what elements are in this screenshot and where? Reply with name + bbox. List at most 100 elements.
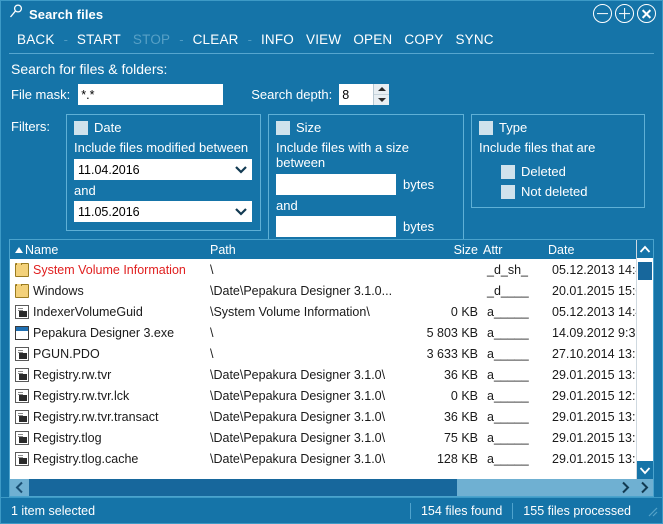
column-header-size[interactable]: Size <box>410 240 478 259</box>
file-icon <box>15 451 29 466</box>
table-row[interactable]: Pepakura Designer 3.exe \ 5 803 KB a_____ 14… <box>10 322 636 343</box>
resize-grip-icon[interactable] <box>645 504 659 518</box>
menu-item-open[interactable]: OPEN <box>347 32 398 47</box>
folder-icon <box>15 283 29 298</box>
menu-item-info[interactable]: INFO <box>255 32 300 47</box>
cell-attr: a_____ <box>487 367 529 382</box>
table-row[interactable]: Registry.rw.tvr.lck \Date\Pepakura Design… <box>10 385 636 406</box>
title-bar-left: Search files <box>9 4 103 24</box>
column-header-path[interactable]: Path <box>205 240 410 259</box>
file-icon <box>15 346 29 361</box>
search-depth-spinner <box>373 84 390 105</box>
size-filter-checkbox[interactable] <box>276 120 290 135</box>
menu-item-sync[interactable]: SYNC <box>449 32 499 47</box>
column-header-name[interactable]: Name <box>10 240 205 259</box>
table-row[interactable]: Registry.rw.tvr \Date\Pepakura Designer 3… <box>10 364 636 385</box>
minimize-button[interactable] <box>593 4 612 23</box>
close-button[interactable] <box>637 4 656 23</box>
status-bar: 1 item selected 154 files found 155 file… <box>1 497 662 523</box>
menu-item-clear[interactable]: CLEAR <box>187 32 245 47</box>
cell-name: PGUN.PDO <box>10 346 205 361</box>
scroll-up-button[interactable] <box>637 240 653 258</box>
menu-separator-2: - <box>179 31 184 47</box>
menu-item-copy[interactable]: COPY <box>398 32 449 47</box>
cell-attr: a_____ <box>487 430 529 445</box>
cell-attr: _d____ <box>487 283 529 298</box>
vertical-scroll-thumb[interactable] <box>638 262 652 280</box>
cell-size: 0 KB <box>450 388 478 403</box>
date-filter-help: Include files modified between <box>74 140 249 155</box>
date-filter-checkbox[interactable] <box>74 120 88 135</box>
size-to-row: bytes <box>276 216 456 237</box>
scroll-down-button[interactable] <box>637 461 653 479</box>
size-from-input[interactable] <box>276 174 396 195</box>
menu-separator-1: - <box>63 31 68 47</box>
cell-path: \System Volume Information\ <box>210 304 370 319</box>
file-icon <box>15 430 29 445</box>
type-not-deleted-toggle[interactable]: Not deleted <box>479 184 637 199</box>
cell-attr: a_____ <box>487 451 529 466</box>
cell-date: 29.01.2015 13:52: <box>552 430 636 445</box>
type-deleted-toggle[interactable]: Deleted <box>479 164 637 179</box>
horizontal-scroll-thumb[interactable] <box>29 479 457 496</box>
column-header-date[interactable]: Date <box>543 240 636 259</box>
file-list: Name Path Size Attr Date System Volume I… <box>9 239 654 497</box>
column-header-attr[interactable]: Attr <box>478 240 543 259</box>
spinner-up-button[interactable] <box>374 84 390 95</box>
not-deleted-checkbox[interactable] <box>501 184 515 199</box>
table-row[interactable]: Windows \Date\Pepakura Designer 3.1.0... _… <box>10 280 636 301</box>
size-filter-toggle[interactable]: Size <box>276 120 456 135</box>
filters-label: Filters: <box>11 119 50 134</box>
table-row[interactable]: Registry.tlog.cache \Date\Pepakura Design… <box>10 448 636 469</box>
type-filter-toggle[interactable]: Type <box>479 120 637 135</box>
horizontal-scroll-track[interactable] <box>29 479 615 496</box>
menu-item-back[interactable]: BACK <box>11 32 61 47</box>
menu-separator-3: - <box>247 31 252 47</box>
file-name: System Volume Information <box>33 262 186 277</box>
menu-item-stop: STOP <box>132 31 171 47</box>
size-filter-help: Include files with a size between <box>276 140 409 170</box>
menu-item-view[interactable]: VIEW <box>300 32 347 47</box>
cell-path: \Date\Pepakura Designer 3.1.0\ <box>210 451 386 466</box>
cell-size: 36 KB <box>443 409 478 424</box>
date-filter-toggle[interactable]: Date <box>74 120 253 135</box>
cell-size: 3 633 KB <box>426 346 478 361</box>
not-deleted-label: Not deleted <box>521 184 588 199</box>
menu-item-start[interactable]: START <box>71 32 127 47</box>
cell-path: \ <box>210 262 214 277</box>
file-name: Registry.rw.tvr.transact <box>33 409 159 424</box>
date-from-combobox[interactable]: 11.04.2016 <box>74 159 252 180</box>
file-name: Windows <box>33 283 84 298</box>
title-bar: Search files <box>1 1 662 27</box>
date-to-combobox[interactable]: 11.05.2016 <box>74 201 252 222</box>
deleted-checkbox[interactable] <box>501 164 515 179</box>
cell-name: System Volume Information <box>10 262 205 277</box>
table-row[interactable]: Registry.rw.tvr.transact \Date\Pepakura D… <box>10 406 636 427</box>
search-options-row: File mask: Search depth: <box>9 84 654 114</box>
type-filter-checkbox[interactable] <box>479 120 493 135</box>
file-icon <box>15 367 29 382</box>
scroll-right-button[interactable] <box>615 479 634 496</box>
file-mask-input[interactable] <box>78 84 224 105</box>
table-row[interactable]: Registry.tlog \Date\Pepakura Designer 3.1… <box>10 427 636 448</box>
filter-panel-type: Type Include files that are Deleted Not … <box>471 114 645 208</box>
file-icon <box>15 409 29 424</box>
vertical-scroll-track[interactable] <box>637 258 653 461</box>
horizontal-scrollbar[interactable] <box>10 479 653 496</box>
cell-attr: _d_sh_ <box>487 262 529 277</box>
search-depth-input[interactable] <box>339 84 374 105</box>
vertical-scrollbar[interactable] <box>636 240 653 479</box>
cell-date: 29.01.2015 13:52: <box>552 367 636 382</box>
table-row[interactable]: IndexerVolumeGuid \System Volume Informat… <box>10 301 636 322</box>
cell-name: Registry.tlog <box>10 430 205 445</box>
search-depth-stepper <box>339 84 390 105</box>
maximize-button[interactable] <box>615 4 634 23</box>
table-row[interactable]: System Volume Information \ _d_sh_ 05.12.20… <box>10 259 636 280</box>
size-to-input[interactable] <box>276 216 396 237</box>
scroll-right-page-button[interactable] <box>634 479 653 496</box>
search-files-window: Search files BACK - START STOP - CLEAR -… <box>0 0 663 524</box>
spinner-down-button[interactable] <box>374 95 389 105</box>
cell-date: 05.12.2013 14:47: <box>552 262 636 277</box>
scroll-left-button[interactable] <box>10 479 29 496</box>
table-row[interactable]: PGUN.PDO \ 3 633 KB a_____ 27.10.2014 13:54: <box>10 343 636 364</box>
